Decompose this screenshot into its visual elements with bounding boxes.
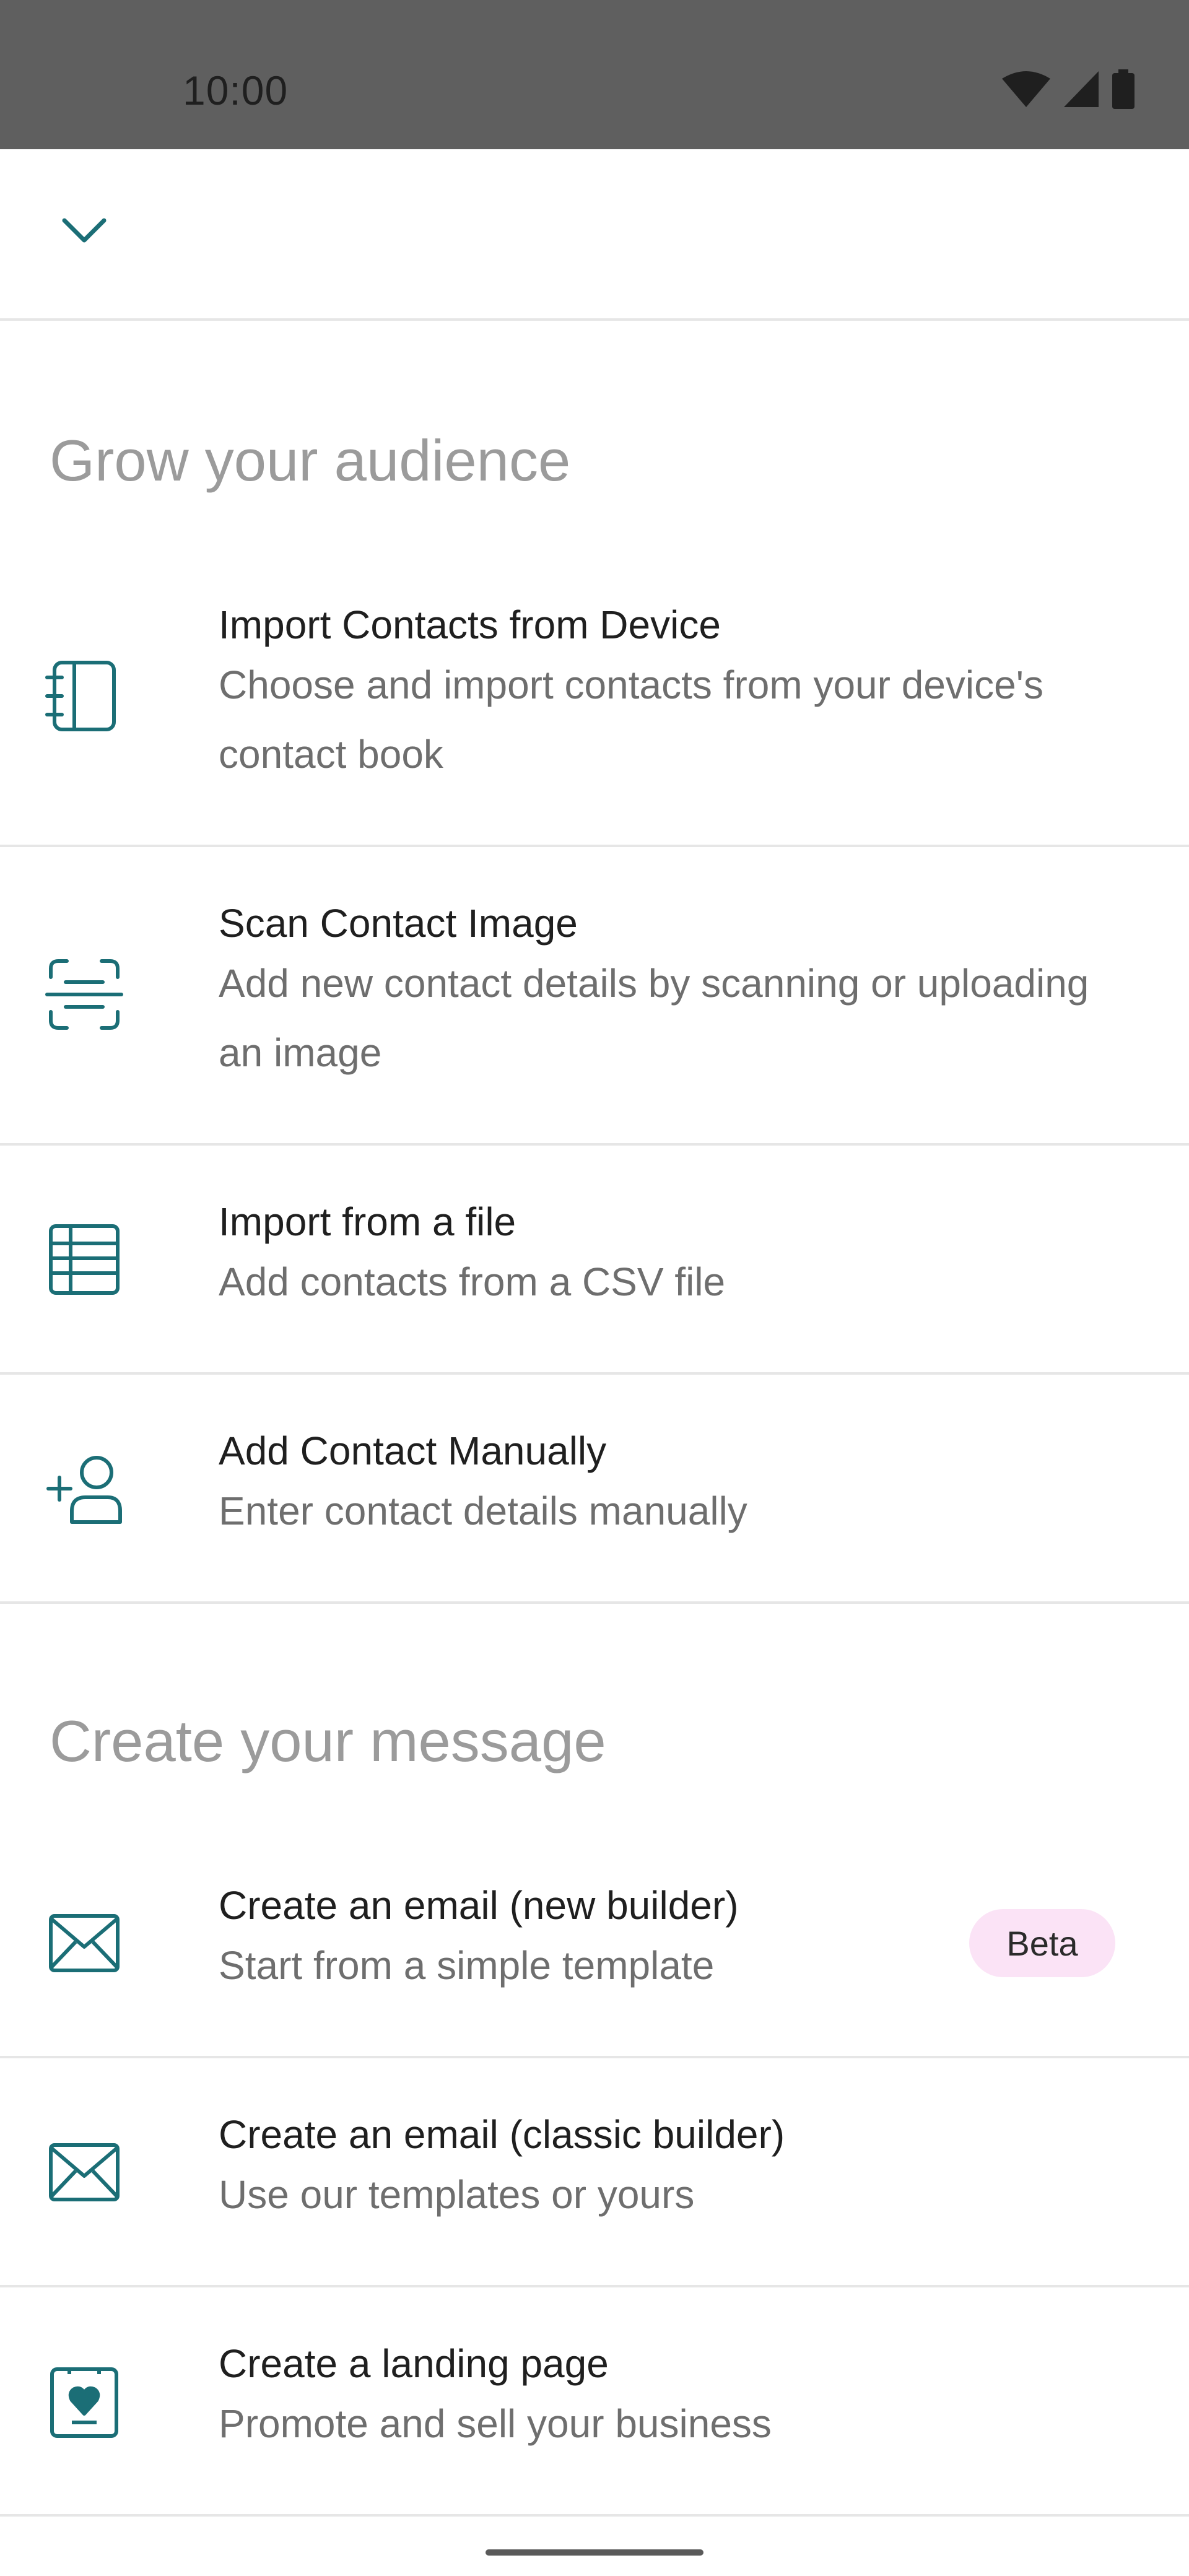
collapse-button[interactable] — [53, 208, 115, 258]
divider — [0, 845, 1189, 847]
item-title: Add Contact Manually — [219, 1429, 607, 1473]
item-title: Create a landing page — [219, 2341, 609, 2386]
item-title: Scan Contact Image — [219, 901, 578, 946]
list-item-landing-page[interactable]: Create a landing page Promote and sell y… — [0, 2333, 1189, 2515]
divider — [0, 2285, 1189, 2287]
contact-book-icon — [45, 656, 124, 736]
status-bar: 10:00 — [0, 0, 1189, 149]
list-item-import-contacts[interactable]: Import Contacts from Device Choose and i… — [0, 594, 1189, 845]
list-item-add-contact[interactable]: Add Contact Manually Enter contact detai… — [0, 1421, 1189, 1603]
item-title: Import from a file — [219, 1199, 516, 1244]
list-item-email-classic-builder[interactable]: Create an email (classic builder) Use ou… — [0, 2104, 1189, 2286]
divider — [0, 2514, 1189, 2517]
item-title: Create an email (new builder) — [219, 1883, 739, 1928]
divider — [0, 2056, 1189, 2058]
envelope-icon — [45, 2133, 124, 2212]
table-file-icon — [45, 1220, 124, 1299]
wifi-icon — [1002, 71, 1050, 107]
top-bar — [0, 149, 1189, 320]
home-indicator[interactable] — [486, 2549, 703, 2556]
beta-badge: Beta — [969, 1909, 1115, 1977]
cellular-signal-icon — [1064, 71, 1099, 107]
add-person-icon — [45, 1449, 124, 1528]
landing-page-heart-icon — [45, 2362, 124, 2441]
status-time: 10:00 — [183, 67, 289, 113]
status-icons — [1002, 69, 1135, 109]
item-description: Promote and sell your business — [219, 2401, 772, 2446]
divider — [0, 1601, 1189, 1604]
item-title: Create an email (classic builder) — [219, 2112, 785, 2157]
item-description: Add contacts from a CSV file — [219, 1260, 726, 1304]
item-description: Use our templates or yours — [219, 2172, 695, 2217]
divider — [0, 1372, 1189, 1375]
battery-icon — [1112, 69, 1135, 109]
section-title-create: Create your message — [50, 1708, 606, 1773]
envelope-icon — [45, 1904, 124, 1983]
divider — [0, 1143, 1189, 1146]
section-title-grow: Grow your audience — [50, 428, 571, 493]
chevron-down-icon — [62, 218, 107, 248]
item-title: Import Contacts from Device — [219, 603, 721, 647]
scan-icon — [45, 955, 124, 1034]
item-description: Add new contact details by scanning or u… — [219, 961, 1089, 1075]
divider — [0, 318, 1189, 321]
list-item-import-file[interactable]: Import from a file Add contacts from a C… — [0, 1191, 1189, 1373]
list-item-scan-contact[interactable]: Scan Contact Image Add new contact detai… — [0, 893, 1189, 1143]
item-description: Enter contact details manually — [219, 1489, 747, 1533]
item-description: Choose and import contacts from your dev… — [219, 663, 1043, 777]
